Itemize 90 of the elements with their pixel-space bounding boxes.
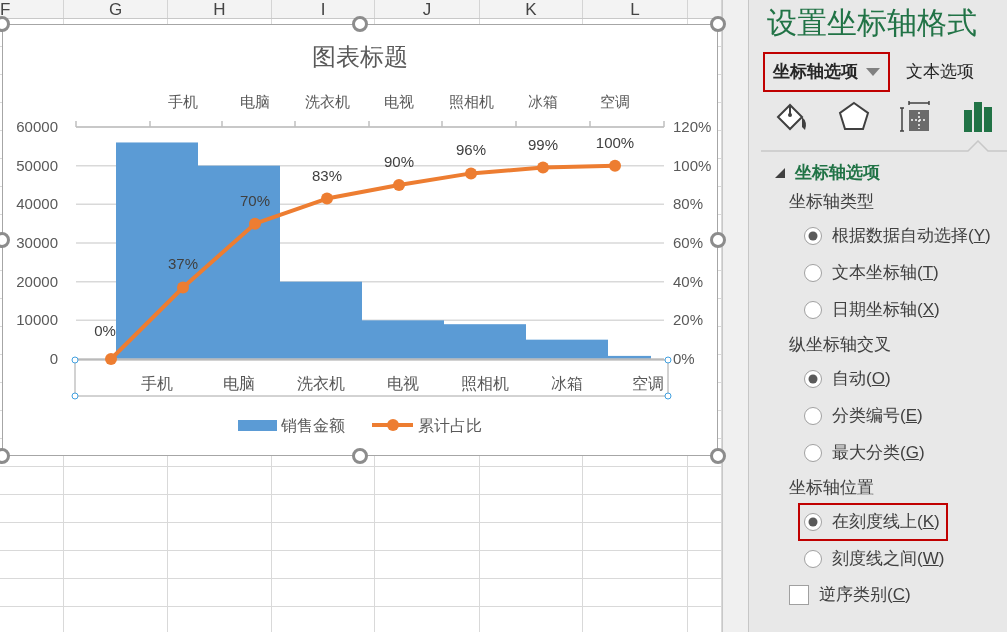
icon-tab[interactable]: [885, 100, 947, 152]
axis-label: 80%: [673, 195, 704, 213]
group-heading: 坐标轴位置: [789, 476, 875, 499]
axis-label: 照相机: [461, 375, 509, 392]
column-header[interactable]: J: [422, 0, 432, 18]
column-header[interactable]: G: [108, 0, 123, 18]
icon-tab[interactable]: [947, 100, 1007, 152]
axis-label: 电视: [384, 93, 414, 110]
data-point: [393, 179, 405, 191]
group-heading: 纵坐标轴交叉: [789, 333, 892, 356]
axis-label: 100%: [673, 156, 712, 174]
axis-label: 冰箱: [528, 93, 558, 110]
axis-label: 0: [49, 350, 58, 367]
data-point: [537, 161, 549, 174]
legend-line-icon: [372, 419, 413, 431]
checkbox-label: 逆序类别(C): [819, 583, 911, 606]
axis-label: 60000: [16, 118, 58, 135]
radio-label: 文本坐标轴(T): [832, 262, 939, 285]
axis-label: 空调: [632, 375, 664, 392]
bar-chart-icon: [961, 100, 995, 134]
data-label: 90%: [384, 153, 414, 170]
axis-label: 冰箱: [551, 375, 583, 392]
vertical-scrollbar[interactable]: [722, 0, 748, 632]
data-point: [321, 192, 333, 205]
group-heading: 坐标轴类型: [789, 190, 875, 213]
axis-label: 空调: [600, 93, 630, 110]
data-label: 37%: [168, 255, 198, 273]
radio-label: 刻度线之间(W): [832, 548, 945, 571]
axis-label: 电脑: [223, 375, 255, 392]
panel-tab[interactable]: 坐标轴选项: [763, 52, 890, 92]
data-point: [177, 281, 189, 294]
icon-tab[interactable]: [823, 100, 885, 152]
axis-label: 照相机: [448, 93, 494, 110]
radio-label: 在刻度线上(K): [832, 511, 940, 534]
axis-label: 60%: [673, 234, 704, 251]
data-label: 96%: [456, 141, 486, 159]
legend-label: 销售金额: [281, 417, 345, 434]
expand-triangle-icon[interactable]: [775, 167, 785, 178]
axis-label: 120%: [673, 118, 712, 135]
column-header[interactable]: L: [630, 0, 640, 18]
size-icon: [899, 100, 933, 134]
axis-label: 电视: [387, 375, 419, 392]
radio-button[interactable]: [804, 227, 822, 245]
axis-label: 10000: [16, 311, 58, 329]
radio-button[interactable]: [804, 513, 822, 531]
radio-button[interactable]: [804, 407, 822, 425]
column-header[interactable]: F: [0, 0, 11, 18]
axis-label: 40%: [673, 272, 704, 290]
axis-label: 30000: [16, 234, 58, 251]
radio-label: 最大分类(G): [832, 442, 925, 465]
dropdown-caret-icon[interactable]: [866, 68, 880, 76]
radio-label: 分类编号(E): [832, 405, 923, 428]
checkbox[interactable]: [789, 584, 809, 605]
column-header[interactable]: H: [213, 0, 226, 18]
radio-button[interactable]: [804, 550, 822, 568]
panel-title: 设置坐标轴格式: [767, 8, 978, 38]
radio-button[interactable]: [804, 301, 822, 319]
data-label: 0%: [94, 322, 116, 339]
radio-label: 根据数据自动选择(Y): [832, 225, 991, 248]
data-point: [249, 217, 261, 230]
axis-label: 50000: [16, 156, 58, 174]
axis-label: 20000: [16, 272, 58, 290]
axis-label: 0%: [673, 350, 695, 367]
data-point: [465, 167, 477, 180]
axis-label: 手机: [168, 93, 198, 110]
data-point: [609, 159, 621, 172]
chart-title: 图表标题: [312, 43, 408, 70]
axis-label: 20%: [673, 311, 704, 329]
data-point: [105, 353, 117, 365]
section-title[interactable]: 坐标轴选项: [795, 160, 880, 186]
data-label: 99%: [528, 135, 558, 153]
column-header[interactable]: K: [525, 0, 537, 18]
legend-label: 累计占比: [418, 417, 482, 434]
data-label: 100%: [595, 133, 635, 151]
legend-swatch: [238, 420, 277, 431]
axis-label: 洗衣机: [297, 375, 345, 392]
axis-selection-frame[interactable]: [71, 356, 672, 400]
radio-label: 自动(O): [832, 368, 891, 391]
data-label: 83%: [312, 166, 342, 184]
axis-label: 40000: [16, 195, 58, 213]
axis-label: 电脑: [240, 93, 270, 110]
axis-label: 洗衣机: [304, 93, 350, 110]
column-header[interactable]: I: [320, 0, 326, 18]
panel-tab[interactable]: 文本选项: [896, 52, 984, 92]
radio-button[interactable]: [804, 444, 822, 462]
axis-label: 手机: [141, 375, 173, 392]
data-label: 70%: [240, 191, 270, 209]
radio-button[interactable]: [804, 370, 822, 388]
radio-button[interactable]: [804, 264, 822, 282]
radio-label: 日期坐标轴(X): [832, 299, 940, 322]
